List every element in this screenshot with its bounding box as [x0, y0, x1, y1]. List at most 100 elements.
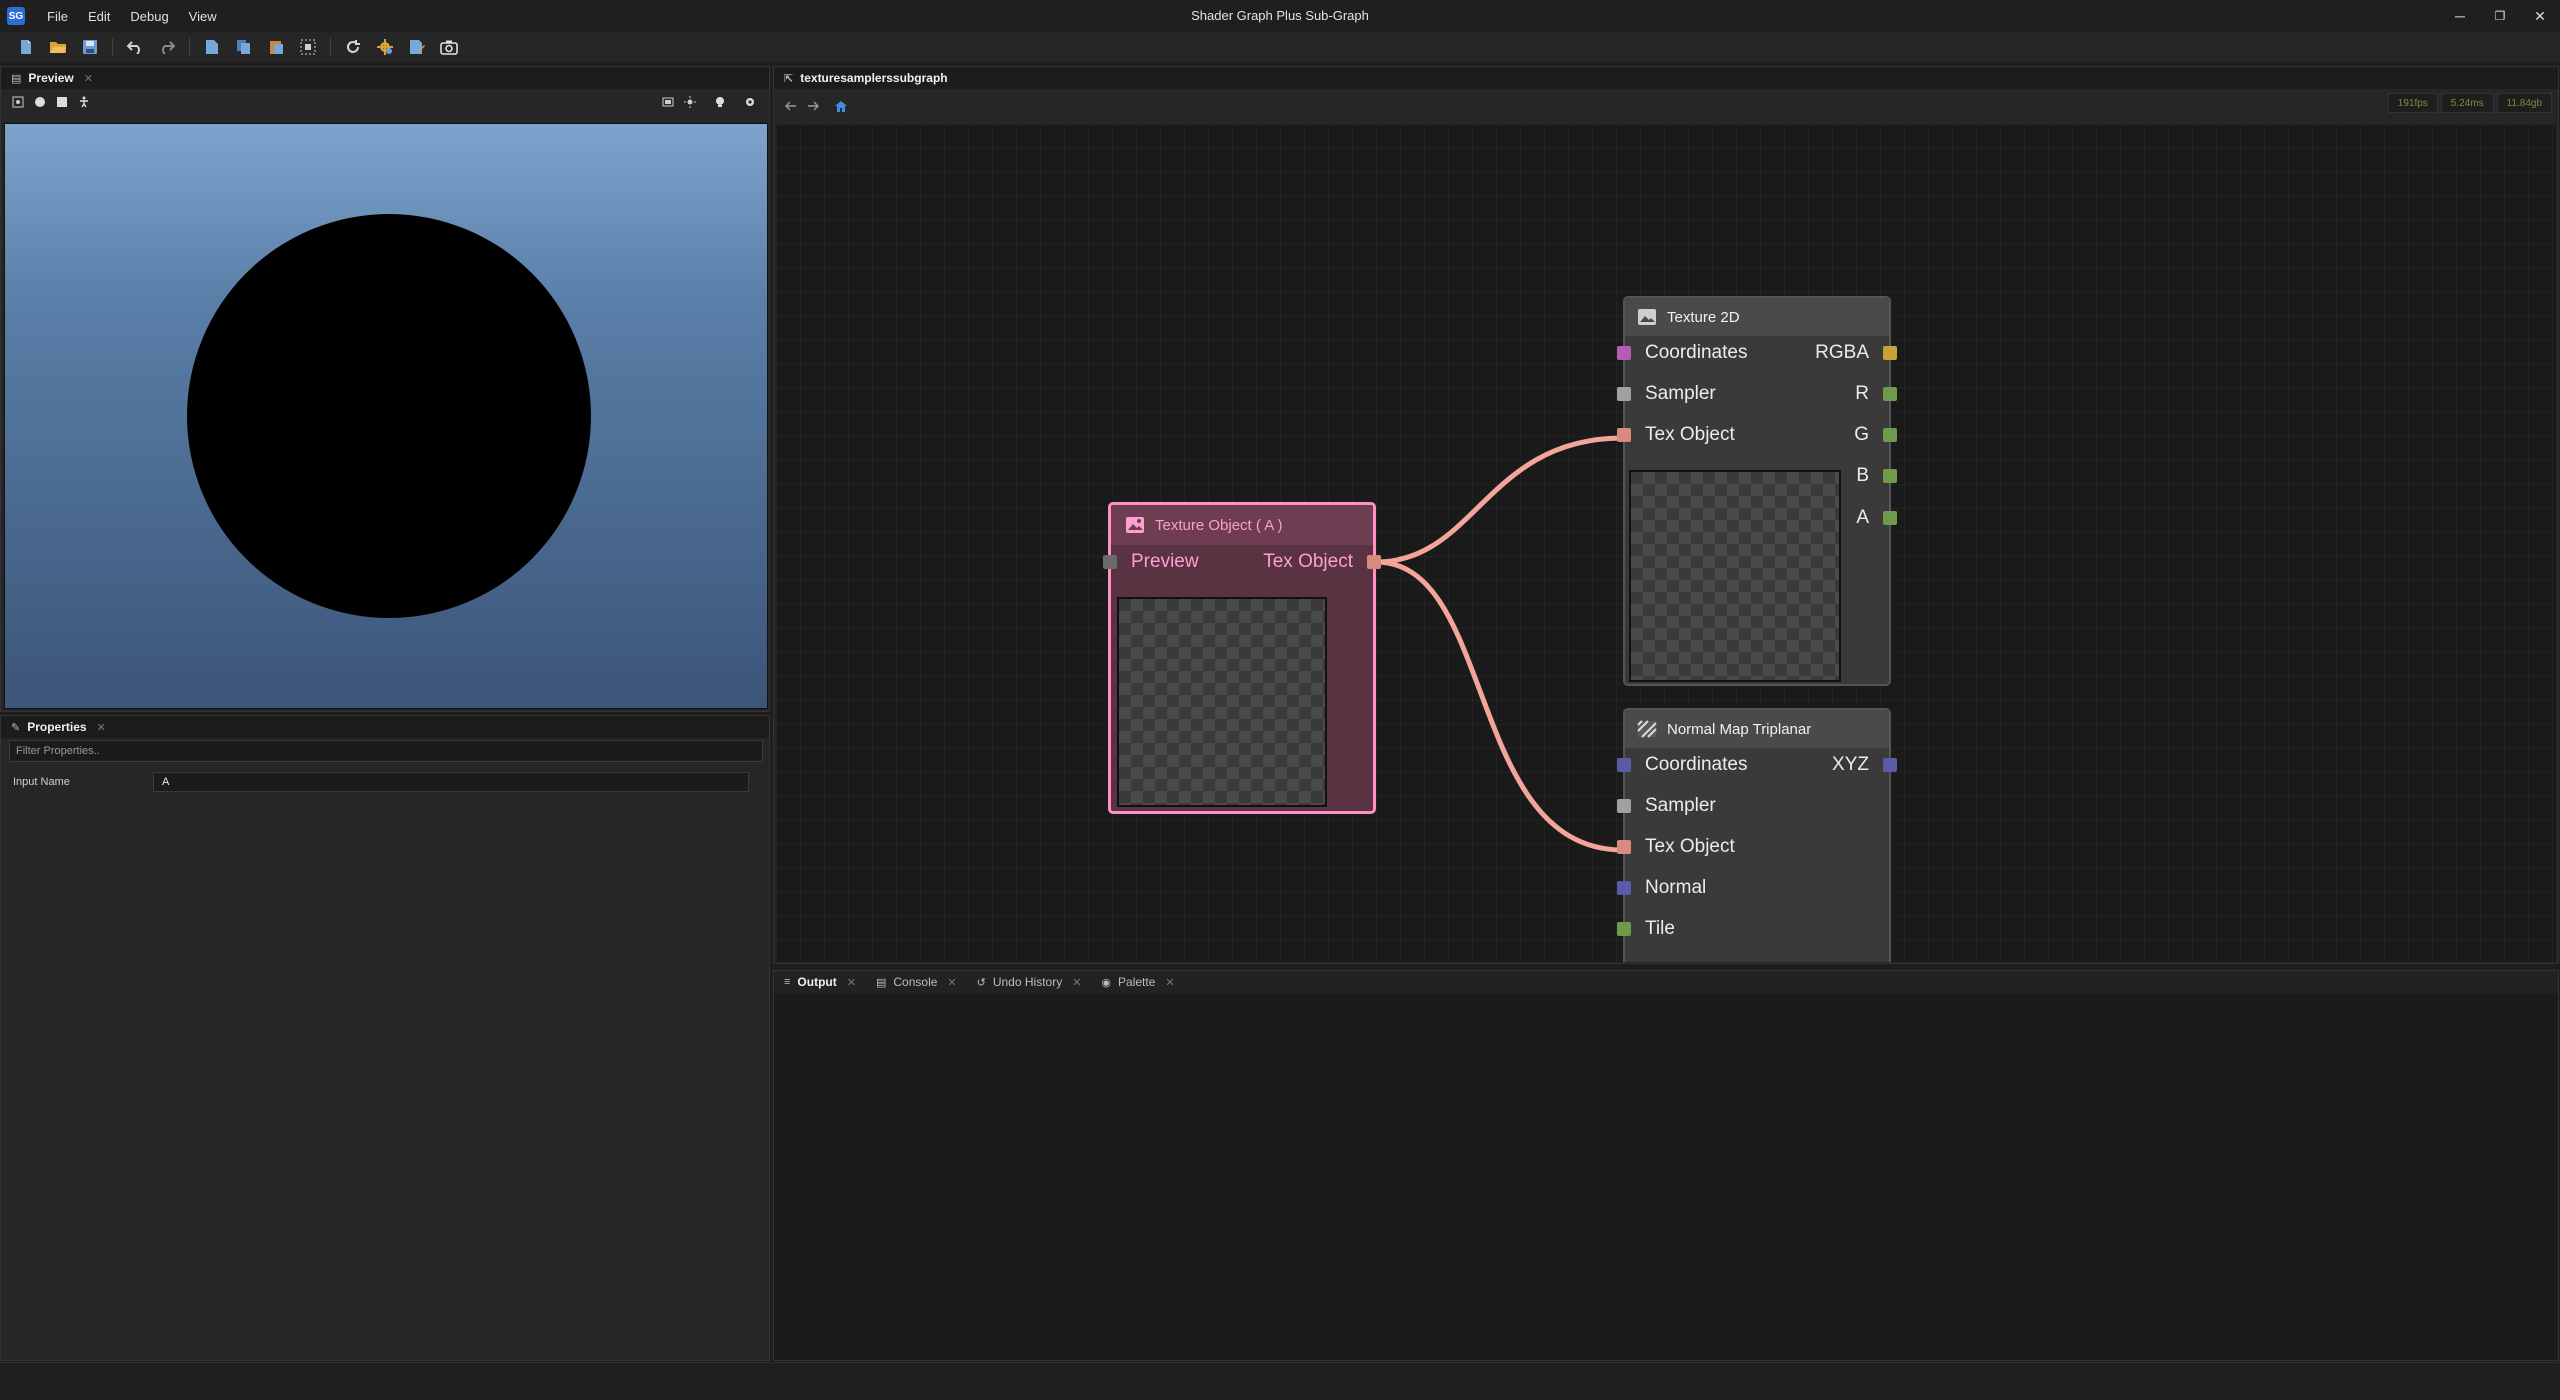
tab-output[interactable]: ≡ Output ✕: [774, 971, 866, 993]
home-icon: [835, 100, 847, 112]
pin-row: Tex Object: [1617, 835, 1889, 859]
save-icon: [83, 40, 97, 54]
pin-label: Coordinates: [1645, 342, 1748, 363]
texture-preview-thumbnail: [1117, 597, 1327, 807]
pin-row: Coordinates XYZ: [1617, 753, 1897, 777]
close-icon[interactable]: ✕: [1165, 976, 1174, 989]
open-file-button[interactable]: [46, 35, 70, 59]
node-texture-object[interactable]: Texture Object ( A ) Preview Tex Object: [1103, 502, 1381, 814]
input-pin-sampler[interactable]: [1617, 799, 1631, 813]
refresh-icon: [347, 40, 360, 53]
pencil-icon: ✎: [11, 721, 21, 734]
graph-canvas[interactable]: Texture Object ( A ) Preview Tex Object …: [776, 124, 2556, 962]
tab-output-label: Output: [797, 975, 837, 989]
history-icon: ↺: [976, 976, 986, 989]
properties-panel: ✎ Properties ✕ Filter Properties.. Input…: [0, 715, 770, 1361]
sphere-preview-button[interactable]: [29, 91, 51, 113]
light-button[interactable]: [709, 91, 731, 113]
background-toggle-button[interactable]: [657, 91, 679, 113]
input-pin-tex-object[interactable]: [1617, 840, 1631, 854]
cube-icon: [57, 97, 67, 107]
pin-label: Normal: [1645, 877, 1707, 898]
menu-debug[interactable]: Debug: [120, 9, 178, 24]
input-name-field[interactable]: A: [153, 772, 749, 792]
node-header[interactable]: Texture Object ( A ): [1111, 505, 1373, 545]
wire-texobject-to-texture2d[interactable]: [1375, 435, 1624, 565]
cube-preview-button[interactable]: [51, 91, 73, 113]
node-title: Texture 2D: [1667, 308, 1740, 326]
output-pin-g[interactable]: [1883, 428, 1897, 442]
sun-icon: [684, 96, 696, 108]
select-all-button[interactable]: [296, 35, 320, 59]
input-pin-coordinates[interactable]: [1617, 758, 1631, 772]
output-pin-b[interactable]: [1883, 469, 1897, 483]
menu-view[interactable]: View: [179, 9, 227, 24]
output-pin-rgba[interactable]: [1883, 346, 1897, 360]
new-file-icon: [21, 40, 31, 54]
tab-console[interactable]: ▤ Console ✕: [866, 971, 967, 993]
home-button[interactable]: [830, 95, 852, 117]
close-icon[interactable]: ✕: [84, 72, 93, 85]
screenshot-button[interactable]: [437, 35, 461, 59]
pin-label: B: [1856, 465, 1869, 486]
restore-button[interactable]: ❐: [2480, 0, 2520, 32]
tab-preview[interactable]: ▤ Preview ✕: [1, 67, 103, 89]
edit-button[interactable]: [405, 35, 429, 59]
input-pin-tile[interactable]: [1617, 922, 1631, 936]
arrow-right-icon: [808, 101, 819, 111]
output-pin-xyz[interactable]: [1883, 758, 1897, 772]
save-button[interactable]: [78, 35, 102, 59]
output-pin-a[interactable]: [1883, 511, 1897, 525]
new-file-button[interactable]: [14, 35, 38, 59]
redo-button[interactable]: [155, 35, 179, 59]
copy-button[interactable]: [232, 35, 256, 59]
undo-button[interactable]: [123, 35, 147, 59]
preview-viewport[interactable]: [4, 123, 768, 709]
wire-texobject-to-normalmap[interactable]: [1375, 559, 1624, 853]
menu-file[interactable]: File: [37, 9, 78, 24]
output-pin-tex-object[interactable]: [1367, 555, 1381, 569]
pin-row: Sampler: [1617, 794, 1889, 818]
paste-button[interactable]: [264, 35, 288, 59]
filter-properties-input[interactable]: Filter Properties..: [9, 740, 763, 762]
back-button[interactable]: [780, 95, 802, 117]
input-pin-tex-object[interactable]: [1617, 428, 1631, 442]
refresh-button[interactable]: [341, 35, 365, 59]
minimize-button[interactable]: ─: [2440, 0, 2480, 32]
node-texture-2d[interactable]: Texture 2D Coordinates RGBA Sampler R Te…: [1617, 296, 1897, 686]
pin-label: Tex Object: [1645, 424, 1735, 445]
input-pin-preview[interactable]: [1103, 555, 1117, 569]
input-pin-coordinates[interactable]: [1617, 346, 1631, 360]
close-icon[interactable]: ✕: [947, 976, 956, 989]
close-icon[interactable]: ✕: [847, 976, 856, 989]
property-label: Input Name: [13, 776, 70, 788]
menu-edit[interactable]: Edit: [78, 9, 120, 24]
tab-palette[interactable]: ◉ Palette ✕: [1091, 971, 1184, 993]
input-pin-sampler[interactable]: [1617, 387, 1631, 401]
node-normal-map-triplanar[interactable]: Normal Map Triplanar Coordinates XYZ Sam…: [1617, 708, 1897, 962]
pin-row: Sampler R: [1617, 382, 1897, 406]
pin-row: Coordinates RGBA: [1617, 341, 1897, 365]
tab-properties[interactable]: ✎ Properties ✕: [1, 716, 116, 738]
page-button[interactable]: [200, 35, 224, 59]
fit-view-button[interactable]: [7, 91, 29, 113]
preview-settings-button[interactable]: [739, 91, 761, 113]
close-icon[interactable]: ✕: [97, 721, 106, 734]
close-button[interactable]: ✕: [2520, 0, 2560, 32]
input-pin-normal[interactable]: [1617, 881, 1631, 895]
model-preview-button[interactable]: [73, 91, 95, 113]
tab-undo-history-label: Undo History: [992, 975, 1063, 989]
gear-icon: [746, 98, 754, 106]
pin-row: Tile: [1617, 917, 1889, 941]
close-icon[interactable]: ✕: [1072, 976, 1081, 989]
settings-button[interactable]: [373, 35, 397, 59]
output-pin-r[interactable]: [1883, 387, 1897, 401]
tab-undo-history[interactable]: ↺ Undo History ✕: [967, 971, 1092, 993]
tab-graph[interactable]: ⇱ texturesamplerssubgraph: [774, 67, 958, 89]
node-header[interactable]: Normal Map Triplanar: [1625, 710, 1889, 748]
pin-row-preview: Preview Tex Object: [1103, 550, 1381, 574]
node-header[interactable]: Texture 2D: [1625, 298, 1889, 336]
forward-button[interactable]: [802, 95, 824, 117]
fit-icon: [12, 96, 24, 108]
post-process-button[interactable]: [679, 91, 701, 113]
